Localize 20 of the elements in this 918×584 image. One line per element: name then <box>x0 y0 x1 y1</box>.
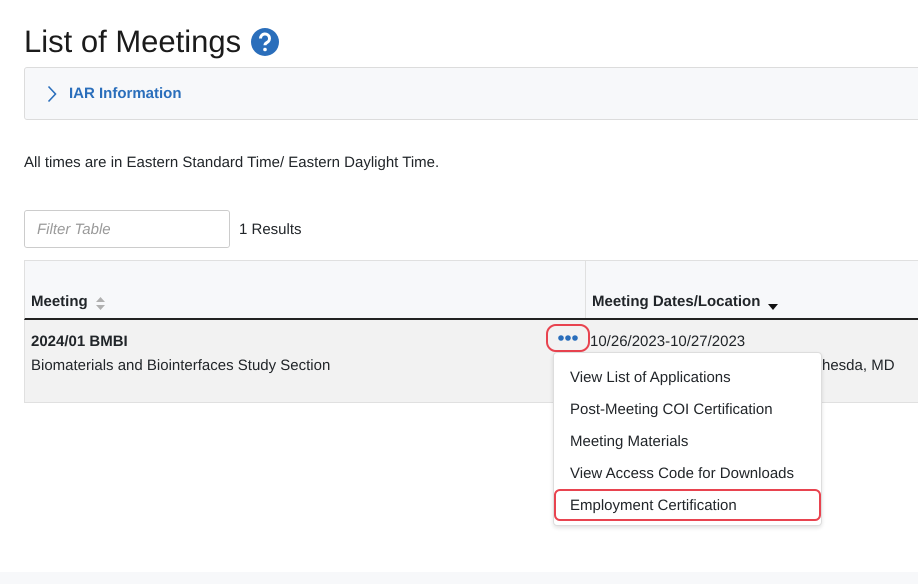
menu-item[interactable]: View Access Code for Downloads <box>554 457 821 489</box>
meeting-dates: 10/26/2023-10/27/2023 <box>590 332 746 352</box>
timezone-note: All times are in Eastern Standard Time/ Eastern Daylight Time. <box>24 154 440 173</box>
page-title: List of Meetings <box>24 24 242 60</box>
menu-item[interactable]: Employment Certification <box>554 489 821 521</box>
chevron-icon <box>47 84 57 102</box>
filter-field[interactable]: Filter Table <box>24 210 230 248</box>
results-count: 1 Results <box>239 220 302 238</box>
menu-item[interactable]: Meeting Materials <box>554 425 821 457</box>
help-icon[interactable] <box>251 28 280 56</box>
column-header[interactable]: Meeting <box>25 261 586 318</box>
meeting-location: hesda, MD <box>822 356 896 376</box>
menu-item[interactable]: Post-Meeting COI Certification <box>554 393 821 425</box>
meeting-code: 2024/01 BMBI <box>31 332 128 352</box>
sort-icon <box>96 297 105 310</box>
sort-down-icon <box>768 304 778 310</box>
iar-toggle[interactable]: IAR Information <box>47 84 182 102</box>
menu-item[interactable]: View List of Applications <box>554 361 821 393</box>
ellipsis-icon <box>558 335 578 341</box>
column-header[interactable]: Meeting Dates/Location <box>586 261 918 318</box>
